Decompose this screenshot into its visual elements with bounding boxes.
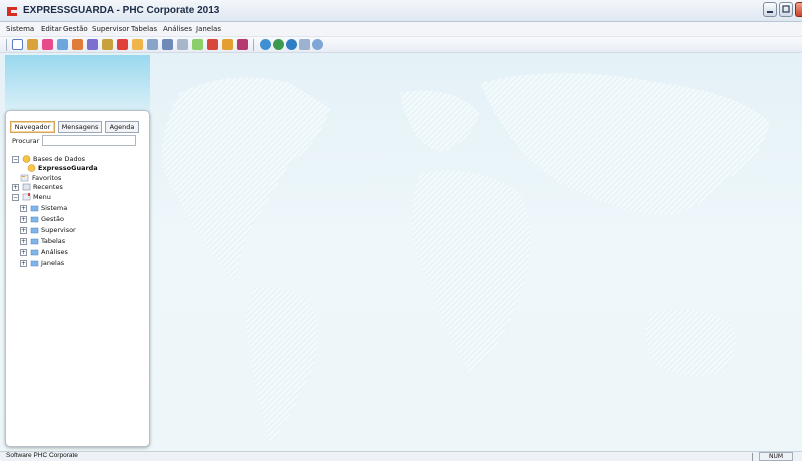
database-icon bbox=[27, 164, 36, 172]
collapse-icon[interactable]: − bbox=[12, 194, 19, 201]
toolbar bbox=[0, 37, 802, 53]
people-icon[interactable] bbox=[222, 39, 233, 50]
tab-mensagens[interactable]: Mensagens bbox=[58, 121, 102, 133]
tree-label-menu-child: Gestão bbox=[41, 215, 64, 223]
toolbar-grip bbox=[6, 39, 7, 51]
users-icon[interactable] bbox=[102, 39, 113, 50]
close-button[interactable] bbox=[795, 2, 802, 17]
tab-agenda[interactable]: Agenda bbox=[105, 121, 139, 133]
tree-node-database-selected[interactable]: ExpressoGuarda bbox=[27, 164, 137, 173]
folder-icon bbox=[30, 227, 39, 234]
check-icon[interactable] bbox=[192, 39, 203, 50]
chart-icon[interactable] bbox=[72, 39, 83, 50]
expand-icon[interactable]: + bbox=[20, 249, 27, 256]
new-doc-icon[interactable] bbox=[12, 39, 23, 50]
recent-icon bbox=[22, 183, 31, 191]
database-folder-icon bbox=[22, 155, 31, 163]
tree-label-menu-child: Sistema bbox=[41, 204, 68, 212]
status-text: Software PHC Corporate bbox=[6, 452, 78, 459]
tree-label-databases: Bases de Dados bbox=[33, 155, 85, 163]
document-icon[interactable] bbox=[299, 39, 310, 50]
tree-label-menu-child: Janelas bbox=[41, 259, 65, 267]
help-icon[interactable] bbox=[312, 39, 323, 50]
arrow-icon[interactable] bbox=[57, 39, 68, 50]
title-bar: EXPRESSGUARDA - PHC Corporate 2013 bbox=[0, 0, 802, 22]
grid-icon[interactable] bbox=[162, 39, 173, 50]
folder-icon bbox=[30, 249, 39, 256]
globe-icon[interactable] bbox=[260, 39, 271, 50]
status-bar: Software PHC Corporate NUM bbox=[0, 451, 802, 461]
calendar-icon[interactable] bbox=[42, 39, 53, 50]
window-title: EXPRESSGUARDA - PHC Corporate 2013 bbox=[23, 5, 220, 16]
toolbar-separator bbox=[253, 39, 254, 51]
tree-node-menu-child[interactable]: + Tabelas bbox=[20, 237, 130, 246]
menu-sistema[interactable]: Sistema bbox=[6, 25, 34, 33]
tree-label-recent: Recentes bbox=[33, 183, 63, 191]
expand-icon[interactable]: + bbox=[12, 184, 19, 191]
notes-icon[interactable] bbox=[87, 39, 98, 50]
menu-gestao[interactable]: Gestão bbox=[63, 25, 88, 33]
folder-icon bbox=[30, 260, 39, 267]
folder-icon[interactable] bbox=[207, 39, 218, 50]
expand-icon[interactable]: + bbox=[20, 238, 27, 245]
tab-navegador[interactable]: Navegador bbox=[10, 121, 55, 133]
tree-node-menu[interactable]: − Menu bbox=[12, 193, 132, 202]
tree-label-menu-child: Análises bbox=[41, 248, 68, 256]
menu-editar[interactable]: Editar bbox=[41, 25, 62, 33]
tree-node-menu-child[interactable]: + Janelas bbox=[20, 259, 130, 268]
search-label: Procurar : bbox=[12, 137, 44, 145]
tree-label-favorites: Favoritos bbox=[32, 174, 62, 182]
status-separator bbox=[752, 453, 753, 461]
folder-icon bbox=[30, 216, 39, 223]
folder-icon bbox=[30, 205, 39, 212]
tree-label-menu-child: Tabelas bbox=[41, 237, 66, 245]
menu-janelas[interactable]: Janelas bbox=[196, 25, 221, 33]
users-icon[interactable] bbox=[27, 39, 38, 50]
menu-tabelas[interactable]: Tabelas bbox=[131, 25, 157, 33]
tree-label-menu-child: Supervisor bbox=[41, 226, 76, 234]
menu-analises[interactable]: Análises bbox=[163, 25, 192, 33]
tree-label-menu: Menu bbox=[33, 193, 51, 201]
expand-icon[interactable]: + bbox=[20, 260, 27, 267]
favorites-icon bbox=[20, 174, 29, 182]
tree-node-favorites[interactable]: Favoritos bbox=[20, 174, 130, 183]
tree-node-menu-child[interactable]: + Sistema bbox=[20, 204, 130, 213]
table-icon[interactable] bbox=[147, 39, 158, 50]
calendar-red-icon[interactable] bbox=[117, 39, 128, 50]
tree-node-menu-child[interactable]: + Supervisor bbox=[20, 226, 130, 235]
tree-node-databases[interactable]: − Bases de Dados bbox=[12, 155, 132, 164]
tree-node-menu-child[interactable]: + Gestão bbox=[20, 215, 130, 224]
list-icon[interactable] bbox=[177, 39, 188, 50]
minimize-button[interactable] bbox=[763, 2, 777, 17]
minimize-icon bbox=[767, 11, 773, 13]
phc-logo-icon bbox=[7, 7, 17, 16]
globe-icon[interactable] bbox=[286, 39, 297, 50]
tree-node-menu-child[interactable]: + Análises bbox=[20, 248, 130, 257]
menu-icon bbox=[22, 193, 31, 201]
tools-icon[interactable] bbox=[237, 39, 248, 50]
maximize-icon bbox=[782, 5, 790, 13]
expand-icon[interactable]: + bbox=[20, 205, 27, 212]
close-icon bbox=[796, 3, 802, 16]
globe-icon[interactable] bbox=[273, 39, 284, 50]
arrow-icon[interactable] bbox=[132, 39, 143, 50]
expand-icon[interactable]: + bbox=[20, 227, 27, 234]
menu-bar: Sistema Editar Gestão Supervisor Tabelas… bbox=[0, 22, 802, 37]
tree-node-recent[interactable]: + Recentes bbox=[12, 183, 132, 192]
maximize-button[interactable] bbox=[779, 2, 793, 17]
folder-icon bbox=[30, 238, 39, 245]
search-input[interactable] bbox=[42, 135, 136, 146]
expand-icon[interactable]: + bbox=[20, 216, 27, 223]
collapse-icon[interactable]: − bbox=[12, 156, 19, 163]
menu-supervisor[interactable]: Supervisor bbox=[92, 25, 129, 33]
num-lock-indicator: NUM bbox=[759, 452, 793, 461]
tree-label-database-selected: ExpressoGuarda bbox=[38, 164, 98, 172]
